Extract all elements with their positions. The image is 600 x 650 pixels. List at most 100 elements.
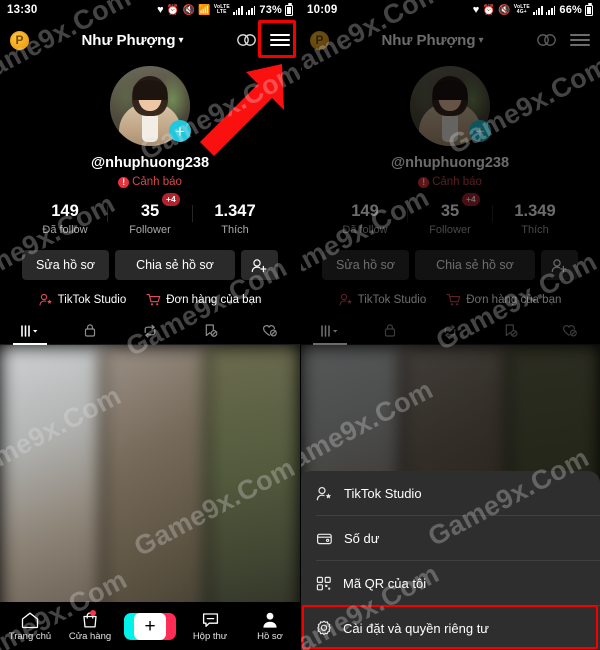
stat-label: Đã follow xyxy=(342,224,388,236)
create-plus-icon[interactable]: + xyxy=(124,612,176,640)
grid-icon xyxy=(321,324,338,337)
shortcut-label: TikTok Studio xyxy=(57,293,127,306)
tab-videos-grid[interactable] xyxy=(0,317,60,344)
battery-icon xyxy=(285,2,293,16)
shortcut-label: Đơn hàng của bạn xyxy=(166,293,262,306)
stat-value: 149 xyxy=(51,202,79,220)
live-icon[interactable] xyxy=(236,33,256,47)
person-star-icon xyxy=(339,293,352,306)
grid-cell[interactable] xyxy=(0,345,105,645)
edit-profile-button[interactable]: Sửa hồ sơ xyxy=(22,250,109,280)
grid-cell[interactable] xyxy=(100,345,210,645)
signal-bars-icon-1 xyxy=(532,5,543,15)
nav-label: Trang chủ xyxy=(8,630,52,642)
tab-saved[interactable] xyxy=(480,317,540,344)
coin-badge-icon[interactable]: P xyxy=(310,30,329,50)
tab-reposts[interactable] xyxy=(420,317,480,344)
stat-label: Thích xyxy=(221,224,249,236)
follow-plus-button[interactable]: + xyxy=(169,120,191,142)
nav-shop[interactable]: Cửa hàng xyxy=(60,609,120,642)
warning-badge[interactable]: ! Cảnh báo xyxy=(418,176,482,188)
stat-followers[interactable]: +4 35 Follower xyxy=(108,193,192,236)
stat-following[interactable]: 149 Đã follow xyxy=(323,202,407,236)
tab-private[interactable] xyxy=(60,317,120,344)
tab-videos-grid[interactable] xyxy=(300,317,360,344)
menu-hamburger-button[interactable] xyxy=(569,33,590,47)
menu-item-my-qr[interactable]: Mã QR của tôi xyxy=(300,561,600,605)
tab-private[interactable] xyxy=(360,317,420,344)
menu-item-balance[interactable]: Số dư xyxy=(300,516,600,560)
new-followers-badge: +4 xyxy=(462,193,480,206)
profile-shortcuts: TikTok Studio Đơn hàng của bạn xyxy=(300,293,600,306)
qr-icon xyxy=(316,576,331,590)
stat-label: Đã follow xyxy=(42,224,88,236)
profile-shortcuts: TikTok Studio Đơn hàng của bạn xyxy=(0,293,300,306)
nav-profile[interactable]: Hồ sơ xyxy=(240,611,300,642)
volte-icon: VoLTE LTE xyxy=(213,4,230,15)
nav-inbox[interactable]: Hộp thư xyxy=(180,611,240,642)
share-profile-button[interactable]: Chia sẻ hồ sơ xyxy=(415,250,535,280)
status-bar: 10:09 ♥ ⏰ 🔇 VoLTE 4G+ 66% xyxy=(300,0,600,20)
status-time: 13:30 xyxy=(7,4,38,16)
heart-icon: ♥ xyxy=(472,4,480,16)
stat-value: 35 xyxy=(140,202,160,220)
cart-icon xyxy=(146,293,161,306)
warning-badge[interactable]: ! Cảnh báo xyxy=(118,176,182,188)
menu-highlight-box xyxy=(258,20,296,58)
stat-value: 35 xyxy=(440,202,460,220)
shortcut-your-orders[interactable]: Đơn hàng của bạn xyxy=(446,293,561,306)
grid-cell[interactable] xyxy=(205,345,300,645)
lock-icon xyxy=(384,324,396,337)
stat-label: Follower xyxy=(429,224,471,236)
nav-label: Hộp thư xyxy=(192,630,228,642)
add-person-icon[interactable] xyxy=(541,250,578,280)
signal-bars-icon-2 xyxy=(545,5,556,15)
avatar[interactable]: + xyxy=(410,66,491,146)
edit-profile-button[interactable]: Sửa hồ sơ xyxy=(322,250,409,280)
add-person-icon[interactable] xyxy=(241,250,278,280)
battery-percent: 73% xyxy=(259,4,282,16)
nav-create[interactable]: + xyxy=(120,612,180,640)
username-dropdown[interactable]: Như Phượng ▾ xyxy=(81,32,183,49)
menu-item-tiktok-studio[interactable]: TikTok Studio xyxy=(300,471,600,515)
profile-section: + @nhuphuong238 ! Cảnh báo xyxy=(300,60,600,188)
stat-likes[interactable]: 1.349 Thích xyxy=(493,202,577,236)
profile-section: + @nhuphuong238 ! Cảnh báo xyxy=(0,60,300,188)
shortcut-tiktok-studio[interactable]: TikTok Studio xyxy=(339,293,426,306)
mute-icon: 🔇 xyxy=(182,4,196,16)
stat-value: 1.347 xyxy=(214,202,256,220)
tab-liked[interactable] xyxy=(240,317,300,344)
stat-following[interactable]: 149 Đã follow xyxy=(23,202,107,236)
tab-reposts[interactable] xyxy=(120,317,180,344)
alarm-icon: ⏰ xyxy=(482,4,496,16)
profile-header: P Như Phượng ▾ xyxy=(0,20,300,60)
shortcut-tiktok-studio[interactable]: TikTok Studio xyxy=(39,293,127,306)
tab-liked[interactable] xyxy=(540,317,600,344)
tab-saved[interactable] xyxy=(180,317,240,344)
repost-icon xyxy=(144,324,156,338)
stat-label: Follower xyxy=(129,224,171,236)
mute-icon: 🔇 xyxy=(498,4,511,16)
stat-likes[interactable]: 1.347 Thích xyxy=(193,202,277,236)
stat-followers[interactable]: +4 35 Follower xyxy=(408,193,492,236)
username-dropdown[interactable]: Như Phượng ▾ xyxy=(381,32,483,49)
home-icon xyxy=(21,612,39,628)
follow-plus-button[interactable]: + xyxy=(469,120,491,142)
new-followers-badge: +4 xyxy=(162,193,180,206)
share-profile-button[interactable]: Chia sẻ hồ sơ xyxy=(115,250,235,280)
avatar[interactable]: + xyxy=(110,66,191,146)
status-bar: 13:30 ♥ ⏰ 🔇 📶 VoLTE LTE 73% xyxy=(0,0,300,20)
heart-hidden-icon xyxy=(262,325,277,337)
volte-icon: VoLTE 4G+ xyxy=(513,4,530,15)
nav-home[interactable]: Trang chủ xyxy=(0,611,60,642)
profile-tabs xyxy=(300,317,600,345)
heart-icon: ♥ xyxy=(157,4,164,16)
shortcut-your-orders[interactable]: Đơn hàng của bạn xyxy=(146,293,261,306)
chevron-down-icon: ▾ xyxy=(478,34,484,46)
person-star-icon xyxy=(39,293,52,306)
coin-badge-icon[interactable]: P xyxy=(10,30,29,50)
video-grid xyxy=(0,345,300,645)
lock-icon xyxy=(84,324,96,337)
live-icon[interactable] xyxy=(536,33,556,47)
bottom-navigation: Trang chủ Cửa hàng + Hộp thư Hồ sơ xyxy=(0,602,300,650)
